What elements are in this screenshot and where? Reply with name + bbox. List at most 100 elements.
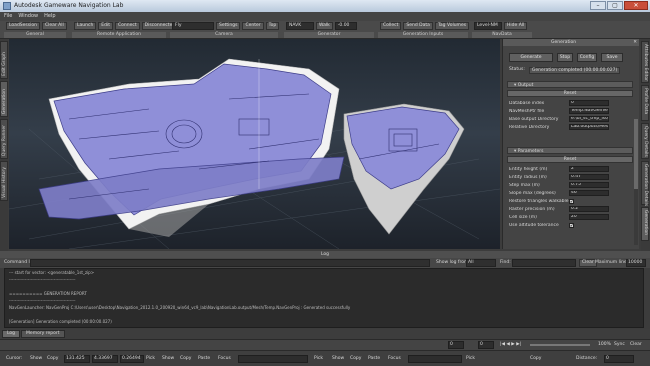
tab-visual-history[interactable]: Visual History [0, 161, 8, 201]
minimize-button[interactable]: – [590, 1, 606, 10]
navdata-select[interactable]: Level-NM [474, 22, 502, 30]
panel-scrollbar[interactable] [634, 119, 638, 245]
parameters-reset-button[interactable]: Reset [507, 156, 633, 163]
tab-label: Generation [643, 210, 648, 236]
playback-controls[interactable]: |◀ ◀ ▶ ▶| [500, 341, 521, 349]
launch-button[interactable]: Launch [74, 22, 97, 30]
show-b-button[interactable]: Show [332, 355, 344, 363]
edit-button[interactable]: Edit [98, 22, 114, 30]
load-session-button[interactable]: LoadSession [6, 22, 40, 30]
config-button[interactable]: Config [577, 53, 597, 62]
log-output[interactable]: --- start for vector: <generatable_1st_z… [4, 268, 644, 328]
camera-mode-select[interactable]: Fly [172, 22, 214, 30]
camera-top-button[interactable]: Top [265, 22, 280, 30]
cursor-copy-button[interactable]: Copy [47, 355, 58, 363]
restore-triangles-checkbox[interactable]: ✔ [569, 198, 574, 204]
tab-query-runner[interactable]: Query Runner [0, 119, 8, 159]
focus-b-button[interactable]: Focus [388, 355, 401, 363]
copy-b-button[interactable]: Copy [350, 355, 361, 363]
pick-c-button[interactable]: Pick [466, 355, 475, 363]
prop-value[interactable]: 46 [569, 190, 609, 196]
camera-center-button[interactable]: Center [242, 22, 264, 30]
menu-file[interactable]: File [4, 12, 12, 21]
prop-value[interactable]: 0.75 [569, 182, 609, 188]
tab-attributes-editor[interactable]: Attributes Editor [641, 41, 649, 83]
toolbar-group-navdata: Level-NM Hide All NavData [472, 22, 532, 38]
hide-all-button[interactable]: Hide All [504, 22, 528, 30]
tab-memory-report[interactable]: Memory report [21, 330, 65, 338]
prop-label: Base output Directory [509, 116, 559, 122]
collect-button[interactable]: Collect [380, 22, 402, 30]
prop-value[interactable]: 0 [569, 100, 609, 106]
prop-value[interactable]: e:\ui_sc_tmp_iso_d_bb [569, 116, 609, 122]
tag-volumes-button[interactable]: Tag Volumes [434, 22, 470, 30]
connect-button[interactable]: Connect [115, 22, 140, 30]
cursor-z-field[interactable]: 0.26494 [120, 355, 144, 363]
paste-b-button[interactable]: Paste [368, 355, 380, 363]
command-line-input[interactable] [30, 259, 430, 267]
prop-value[interactable]: Temp.NavGenVer [569, 108, 609, 114]
tab-query-details[interactable]: Query Details [641, 123, 649, 159]
toolbar-group-remote: Launch Edit Connect Disconnected Remote … [72, 22, 179, 38]
save-button[interactable]: Save [601, 53, 623, 62]
copy-a-button[interactable]: Copy [180, 355, 191, 363]
paste-a-button[interactable]: Paste [198, 355, 210, 363]
offset-field[interactable]: -0.00 [334, 22, 357, 30]
prop-value[interactable]: 0.47 [569, 174, 609, 180]
show-a-button[interactable]: Show [162, 355, 174, 363]
sync-button[interactable]: Sync [614, 341, 625, 349]
menu-window[interactable]: Window [18, 12, 38, 21]
tab-log[interactable]: Log [2, 330, 21, 338]
timeline-end-field[interactable]: 0 [478, 341, 494, 349]
copy-c-button[interactable]: Copy [530, 355, 541, 363]
show-log-from-select[interactable]: All [466, 259, 496, 267]
close-button[interactable]: ✕ [624, 1, 648, 10]
parameters-section: ▾ Parameters Reset Entity height (m) 2 En… [507, 147, 633, 229]
pick-a-button[interactable]: Pick [146, 355, 155, 363]
app-icon [3, 2, 11, 10]
cursor-y-field[interactable]: 4.33697 [92, 355, 118, 363]
clear-all-button[interactable]: Clear All [41, 22, 67, 30]
prop-label: Raster precision (m) [509, 206, 555, 212]
timeline-clear-button[interactable]: Clear [630, 341, 642, 349]
output-reset-button[interactable]: Reset [507, 90, 633, 97]
cursor-x-field[interactable]: 131.425 [64, 355, 90, 363]
toolbar-caption-camera: Camera [170, 32, 278, 38]
prop-cell-size: Cell size (m) 20 [507, 213, 633, 221]
prop-altitude-tolerance: Use altitude tolerance ✔ [507, 221, 633, 229]
maximize-button[interactable]: ▢ [607, 1, 623, 10]
tab-generation-right[interactable]: Generation [641, 207, 649, 241]
3d-viewport[interactable] [9, 39, 500, 249]
menu-help[interactable]: Help [44, 12, 55, 21]
parameters-section-header[interactable]: ▾ Parameters [507, 147, 633, 154]
find-input[interactable] [512, 259, 576, 267]
walk-button[interactable]: Walk [316, 22, 333, 30]
generate-button[interactable]: Generate [509, 53, 553, 62]
point-a-field[interactable] [238, 355, 308, 363]
altitude-tolerance-checkbox[interactable]: ✔ [569, 222, 574, 228]
prop-value[interactable]: 0.2 [569, 206, 609, 212]
prop-value[interactable]: 20 [569, 214, 609, 220]
output-section-header[interactable]: ▾ Output [507, 81, 633, 88]
send-data-button[interactable]: Send Data [403, 22, 433, 30]
prop-value[interactable]: Lab.outputs/Mesh [569, 124, 609, 130]
max-lines-field[interactable]: 10000 [626, 259, 646, 267]
tab-edit-graph[interactable]: Edit Graph [0, 41, 8, 79]
close-panel-icon[interactable]: ✕ [633, 39, 637, 46]
tab-generation[interactable]: Generation [0, 81, 8, 117]
tab-generation-details[interactable]: Generation Details [641, 161, 649, 206]
cursor-show-button[interactable]: Show [30, 355, 42, 363]
tab-profile-data[interactable]: Profile Data [641, 85, 649, 121]
scrollbar-thumb[interactable] [634, 119, 638, 189]
stop-button[interactable]: Stop [557, 53, 573, 62]
point-b-field[interactable] [408, 355, 462, 363]
generator-select[interactable]: NAVK [286, 22, 314, 30]
prop-value[interactable]: 2 [569, 166, 609, 172]
pick-b-button[interactable]: Pick [314, 355, 323, 363]
prop-label: Restore triangles walkable [509, 198, 569, 204]
timeline-slider[interactable] [530, 344, 590, 346]
timeline-start-field[interactable]: 0 [448, 341, 464, 349]
camera-settings-button[interactable]: Settings [216, 22, 241, 30]
prop-slope-max: Slope max (degrees) 46 [507, 189, 633, 197]
focus-a-button[interactable]: Focus [218, 355, 231, 363]
